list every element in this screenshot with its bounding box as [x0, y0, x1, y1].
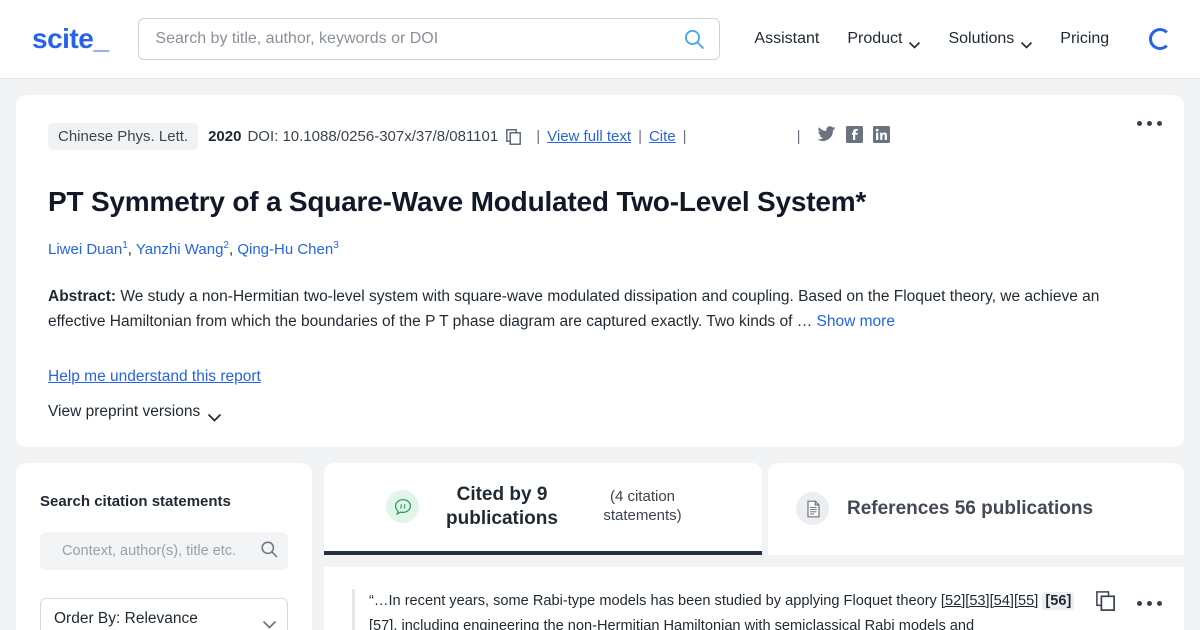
separator: | [536, 128, 541, 145]
citation-search-sidebar: Search citation statements Order By: Rel… [16, 463, 312, 630]
reference-link[interactable]: [52] [941, 593, 965, 609]
main-nav: Assistant Product Solutions Pricing [754, 28, 1172, 50]
chevron-down-icon [263, 616, 276, 629]
sidebar-heading: Search citation statements [40, 493, 231, 511]
abstract-label: Abstract: [48, 288, 117, 305]
statement-part-1: In recent years, some Rabi-type models h… [388, 592, 941, 609]
author-link[interactable]: Qing-Hu Chen3 [237, 240, 339, 258]
copy-doi-icon[interactable] [506, 128, 522, 145]
article-abstract: Abstract: We study a non-Hermitian two-l… [48, 284, 1138, 334]
article-metadata-row: Chinese Phys. Lett. 2020 DOI: 10.1088/02… [48, 123, 1152, 150]
open-quote: “… [369, 592, 389, 609]
nav-label-product: Product [847, 30, 903, 47]
author-list: Liwei Duan1, Yanzhi Wang2, Qing-Hu Chen3 [48, 240, 1152, 258]
tab-bar: Cited by 9 publications (4 citation stat… [324, 463, 1184, 555]
nav-label-solutions: Solutions [948, 30, 1015, 47]
help-understand-report-link[interactable]: Help me understand this report [48, 368, 261, 386]
cite-link[interactable]: Cite [649, 128, 676, 145]
preprint-label: View preprint versions [48, 403, 201, 421]
citations-panel: Cited by 9 publications (4 citation stat… [324, 463, 1184, 630]
tab-references[interactable]: References 56 publications [768, 463, 1184, 555]
abstract-text: We study a non-Hermitian two-level syste… [48, 288, 1100, 331]
global-search-box[interactable] [138, 18, 721, 60]
nav-item-product[interactable]: Product [847, 30, 921, 49]
tab-references-label: References 56 publications [847, 498, 1094, 520]
separator: | [638, 128, 642, 145]
separator: | [796, 128, 801, 145]
search-input[interactable] [139, 19, 720, 59]
chevron-down-icon [909, 36, 921, 49]
reference-link[interactable]: [54] [990, 593, 1014, 609]
chevron-down-icon [1021, 36, 1033, 49]
chevron-down-icon [208, 409, 222, 422]
article-card: Chinese Phys. Lett. 2020 DOI: 10.1088/02… [16, 95, 1184, 448]
author-link[interactable]: Yanzhi Wang2 [135, 240, 229, 258]
tab-cited-by[interactable]: Cited by 9 publications (4 citation stat… [324, 463, 762, 555]
dot [1137, 600, 1142, 606]
nav-item-solutions[interactable]: Solutions [948, 30, 1033, 49]
publication-year: 2020 [208, 128, 242, 145]
article-title: PT Symmetry of a Square-Wave Modulated T… [48, 186, 867, 217]
twitter-icon[interactable] [817, 126, 836, 147]
order-by-value: Order By: Relevance [54, 610, 198, 628]
statement-actions [1096, 589, 1162, 616]
search-icon[interactable] [260, 540, 278, 563]
citation-statement-card: “…In recent years, some Rabi-type models… [324, 566, 1184, 630]
linkedin-icon[interactable] [873, 126, 891, 147]
author-name: Yanzhi Wang [135, 241, 224, 258]
show-more-link[interactable]: Show more [817, 313, 895, 330]
article-body: Chinese Phys. Lett. 2020 DOI: 10.1088/02… [16, 95, 1184, 447]
tab-cited-by-sublabel: (4 citation statements) [603, 488, 682, 524]
loading-spinner-icon [1149, 28, 1172, 50]
citation-search-input[interactable] [50, 532, 260, 571]
facebook-icon[interactable] [846, 126, 864, 147]
reference-link[interactable]: [55] [1014, 593, 1038, 609]
view-preprint-versions-toggle[interactable]: View preprint versions [48, 403, 222, 422]
statement-more-options-button[interactable] [1137, 600, 1162, 606]
top-navigation-bar: scite_ Assistant Product Solutions Pr [0, 0, 1200, 79]
doi-text: DOI: 10.1088/0256-307x/37/8/081101 [247, 128, 499, 145]
order-by-dropdown[interactable]: Order By: Relevance [40, 598, 288, 630]
lower-section: Search citation statements Order By: Rel… [16, 463, 1184, 630]
citation-quote: “…In recent years, some Rabi-type models… [352, 588, 1076, 630]
dot [1137, 121, 1142, 126]
author-name: Liwei Duan [48, 241, 123, 258]
reference-link[interactable]: [57] [369, 618, 393, 630]
separator: , [127, 241, 136, 258]
social-share-group: | [790, 126, 891, 147]
dot [1147, 600, 1152, 606]
tab-cited-by-label: Cited by 9 publications [446, 484, 558, 529]
view-full-text-link[interactable]: View full text [547, 128, 631, 145]
dot [1157, 121, 1162, 126]
page-body: Chinese Phys. Lett. 2020 DOI: 10.1088/02… [0, 79, 1200, 630]
nav-item-assistant[interactable]: Assistant [754, 30, 819, 48]
copy-statement-icon[interactable] [1096, 590, 1115, 616]
author-link[interactable]: Liwei Duan1 [48, 240, 128, 258]
separator: | [682, 128, 687, 145]
reference-link[interactable]: [53] [965, 593, 989, 609]
nav-item-pricing[interactable]: Pricing [1060, 30, 1109, 48]
article-more-options-button[interactable] [1137, 121, 1162, 126]
reference-link-highlighted[interactable]: [56] [1042, 591, 1075, 610]
dot [1147, 121, 1152, 126]
nav-label-pricing: Pricing [1060, 30, 1110, 47]
author-affiliation-marker: 3 [333, 240, 339, 251]
journal-badge[interactable]: Chinese Phys. Lett. [48, 123, 199, 150]
scite-logo[interactable]: scite_ [32, 23, 109, 55]
citation-statement-search[interactable] [40, 532, 288, 571]
quote-bubble-icon [386, 490, 419, 524]
author-name: Qing-Hu Chen [237, 241, 334, 258]
nav-label-assistant: Assistant [754, 30, 820, 47]
document-icon [796, 492, 829, 526]
statement-part-2: , including engineering the non-Hermitia… [393, 617, 975, 630]
search-icon[interactable] [683, 28, 705, 50]
dot [1157, 600, 1162, 606]
citation-statement-text: “…In recent years, some Rabi-type models… [369, 589, 1076, 630]
